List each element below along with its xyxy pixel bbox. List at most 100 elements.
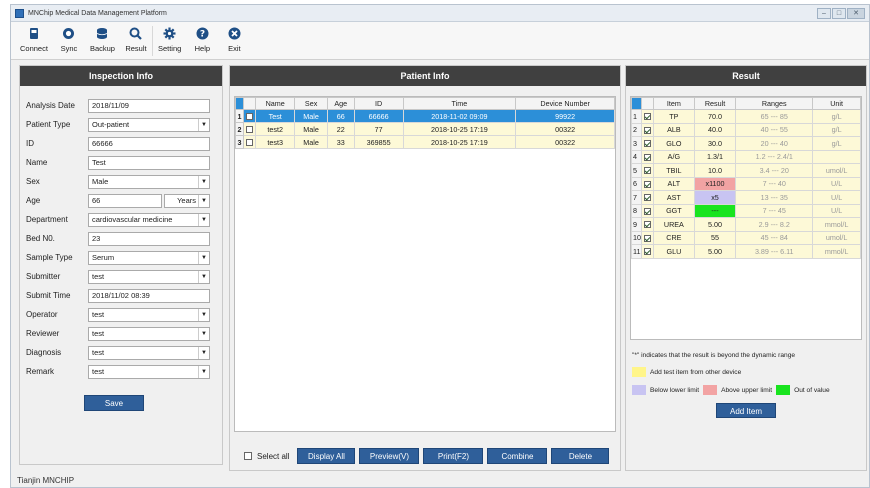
result-row[interactable]: 5 TBIL 10.0 3.4 --- 20 umol/L	[631, 163, 861, 178]
department-value: cardiovascular medicine	[92, 214, 173, 224]
connect-button[interactable]: Connect	[15, 22, 53, 53]
submit-time-field[interactable]: 2018/11/02 08:39	[88, 288, 210, 303]
name-field[interactable]: Test	[88, 155, 210, 170]
row-checkbox[interactable]	[644, 140, 651, 148]
column-header-time[interactable]: Time	[402, 97, 517, 110]
table-row[interactable]: 1 Test Male 66 66666 2018-11-02 09:09 99…	[235, 109, 615, 123]
column-header-sex[interactable]: Sex	[294, 97, 328, 110]
help-button[interactable]: ? Help	[186, 22, 218, 53]
combine-button[interactable]: Combine	[487, 448, 548, 464]
patient-type-label: Patient Type	[26, 120, 71, 129]
row-number: 10	[631, 230, 642, 245]
row-checkbox[interactable]	[246, 139, 253, 147]
row-checkbox[interactable]	[644, 221, 651, 229]
result-row[interactable]: 9 UREA 5.00 2.9 --- 8.2 mmol/L	[631, 217, 861, 232]
chevron-down-icon[interactable]: ▼	[198, 346, 209, 359]
backup-button[interactable]: Backup	[85, 22, 120, 53]
row-checkbox[interactable]	[644, 113, 651, 121]
sex-select[interactable]: Male ▼	[88, 174, 210, 189]
legend-swatch-yellow	[632, 367, 646, 377]
cell-time: 2018-10-25 17:19	[402, 122, 517, 136]
row-checkbox[interactable]	[644, 167, 651, 175]
column-header-name[interactable]: Name	[254, 97, 296, 110]
result-row[interactable]: 1 TP 70.0 65 --- 85 g/L	[631, 109, 861, 124]
id-field[interactable]: 66666	[88, 136, 210, 151]
bed-no-label: Bed N0.	[26, 234, 55, 243]
cell-unit: U/L	[812, 203, 861, 218]
patient-type-select[interactable]: Out-patient ▼	[88, 117, 210, 132]
cell-range: 7 --- 40	[735, 176, 814, 191]
diagnosis-select[interactable]: test ▼	[88, 345, 210, 360]
column-header-ranges[interactable]: Ranges	[735, 97, 814, 110]
result-row[interactable]: 11 GLU 5.00 3.89 --- 6.11 mmol/L	[631, 244, 861, 259]
row-number: 1	[235, 109, 244, 123]
chevron-down-icon[interactable]: ▼	[198, 194, 209, 207]
display-all-button[interactable]: Display All	[297, 448, 356, 464]
column-header-age[interactable]: Age	[326, 97, 355, 110]
sync-button[interactable]: Sync	[53, 22, 85, 53]
select-all-box[interactable]	[244, 452, 252, 460]
column-header-unit[interactable]: Unit	[812, 97, 861, 110]
select-all-checkbox[interactable]: Select all	[244, 452, 289, 461]
result-row[interactable]: 10 CRE 55 45 --- 84 umol/L	[631, 230, 861, 245]
row-number: 2	[631, 122, 642, 137]
column-header-result[interactable]: Result	[693, 97, 737, 110]
cell-name: test3	[254, 135, 296, 149]
chevron-down-icon[interactable]: ▼	[198, 118, 209, 131]
print-button[interactable]: Print(F2)	[423, 448, 484, 464]
chevron-down-icon[interactable]: ▼	[198, 308, 209, 321]
analysis-date-field[interactable]: 2018/11/09	[88, 98, 210, 113]
result-row[interactable]: 6 ALT x1100 7 --- 40 U/L	[631, 176, 861, 191]
minimize-button[interactable]: –	[817, 7, 831, 19]
result-row[interactable]: 4 A/G 1.3/1 1.2 --- 2.4/1	[631, 149, 861, 164]
row-checkbox[interactable]	[644, 126, 651, 134]
row-checkbox[interactable]	[246, 113, 253, 121]
row-checkbox[interactable]	[246, 126, 253, 134]
chevron-down-icon[interactable]: ▼	[198, 270, 209, 283]
table-row[interactable]: 2 test2 Male 22 77 2018-10-25 17:19 0032…	[235, 122, 615, 136]
maximize-button[interactable]: □	[832, 7, 846, 19]
setting-button[interactable]: Setting	[153, 22, 186, 53]
result-button[interactable]: Result	[120, 22, 152, 53]
delete-button[interactable]: Delete	[551, 448, 610, 464]
result-row[interactable]: 3 GLO 30.0 20 --- 40 g/L	[631, 136, 861, 151]
chevron-down-icon[interactable]: ▼	[198, 175, 209, 188]
save-button[interactable]: Save	[84, 395, 144, 411]
chevron-down-icon[interactable]: ▼	[198, 365, 209, 378]
row-checkbox[interactable]	[644, 248, 651, 256]
table-row[interactable]: 3 test3 Male 33 369855 2018-10-25 17:19 …	[235, 135, 615, 149]
exit-button[interactable]: Exit	[218, 22, 250, 53]
remark-select[interactable]: test ▼	[88, 364, 210, 379]
row-checkbox[interactable]	[644, 180, 651, 188]
add-item-button[interactable]: Add Item	[716, 403, 776, 418]
column-header-device-number[interactable]: Device Number	[515, 97, 615, 110]
age-field[interactable]: 66	[88, 193, 162, 208]
cell-item: GLU	[653, 244, 695, 259]
bed-no-field[interactable]: 23	[88, 231, 210, 246]
cell-result: 40.0	[693, 122, 737, 137]
row-checkbox[interactable]	[644, 153, 651, 161]
column-header-item[interactable]: Item	[653, 97, 695, 110]
sample-type-select[interactable]: Serum ▼	[88, 250, 210, 265]
cell-item: TBIL	[653, 163, 695, 178]
submitter-select[interactable]: test ▼	[88, 269, 210, 284]
result-row[interactable]: 7 AST x5 13 --- 35 U/L	[631, 190, 861, 205]
result-row[interactable]: 2 ALB 40.0 40 --- 55 g/L	[631, 122, 861, 137]
row-checkbox[interactable]	[644, 207, 651, 215]
age-unit-select[interactable]: Years ▼	[164, 193, 210, 208]
result-row[interactable]: 8 GGT --- 7 --- 45 U/L	[631, 203, 861, 218]
row-checkbox[interactable]	[644, 194, 651, 202]
close-button[interactable]: ✕	[847, 7, 865, 19]
operator-select[interactable]: test ▼	[88, 307, 210, 322]
chevron-down-icon[interactable]: ▼	[198, 251, 209, 264]
preview-button[interactable]: Preview(V)	[359, 448, 420, 464]
department-select[interactable]: cardiovascular medicine ▼	[88, 212, 210, 227]
cell-result: ---	[693, 203, 737, 218]
chevron-down-icon[interactable]: ▼	[198, 213, 209, 226]
result-label: Result	[125, 44, 147, 53]
reviewer-select[interactable]: test ▼	[88, 326, 210, 341]
row-checkbox[interactable]	[644, 234, 651, 242]
column-header-id[interactable]: ID	[353, 97, 404, 110]
chevron-down-icon[interactable]: ▼	[198, 327, 209, 340]
result-table: Item Result Ranges Unit 1 TP 70.0 65 --- 85…	[631, 97, 861, 259]
